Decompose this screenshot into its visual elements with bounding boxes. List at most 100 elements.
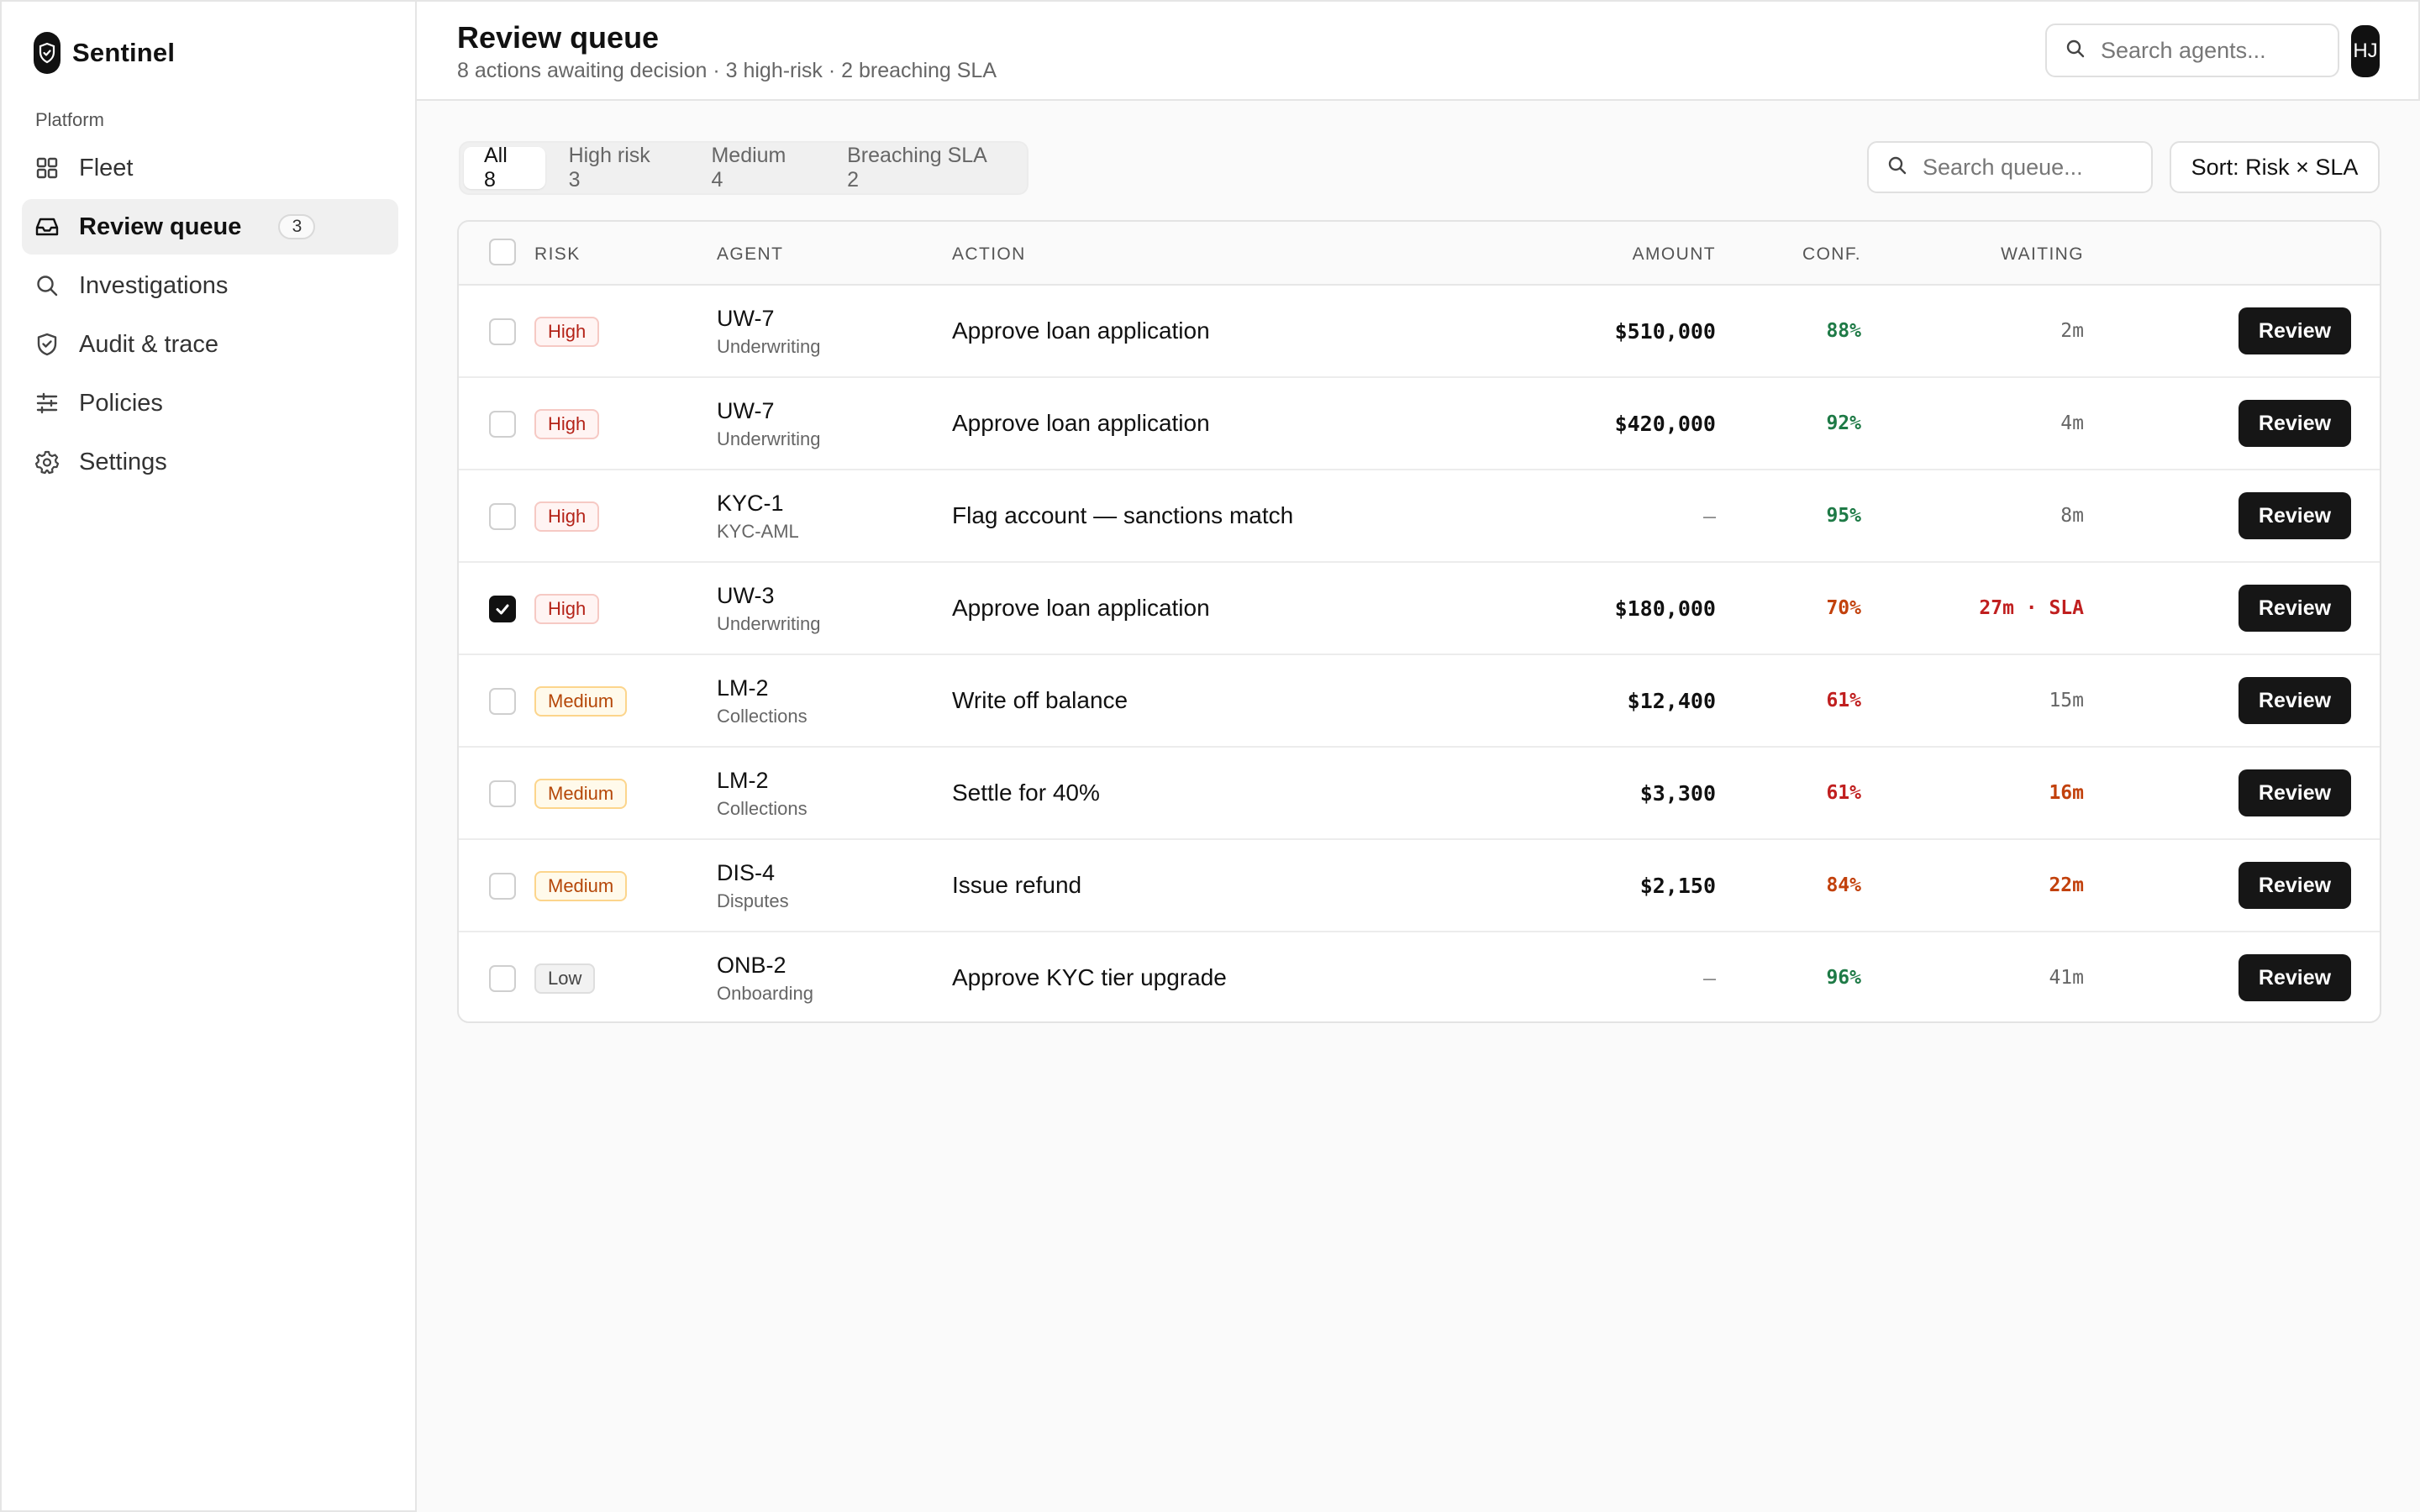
table-row[interactable]: Medium DIS-4 Disputes Issue refund $2,15… — [459, 840, 2380, 932]
agent-search-input[interactable] — [2101, 37, 2302, 64]
column-header-agent[interactable]: AGENT — [717, 244, 783, 265]
sidebar-nav: Fleet Review queue 3 Investigations Audi… — [22, 140, 398, 493]
risk-badge: Low — [534, 963, 596, 994]
review-button[interactable]: Review — [2238, 400, 2351, 447]
shield-logo-icon — [34, 32, 60, 74]
table-row[interactable]: Low ONB-2 Onboarding Approve KYC tier up… — [459, 932, 2380, 1021]
agent-team: Onboarding — [717, 983, 813, 1004]
row-checkbox[interactable] — [489, 780, 516, 807]
action-text: Approve loan application — [952, 410, 1210, 436]
page-subtitle: 8 actions awaiting decision · 3 high-ris… — [457, 59, 997, 82]
app-name: Sentinel — [72, 38, 176, 67]
risk-badge: High — [534, 317, 600, 347]
nav-section-label: Platform — [35, 109, 104, 130]
action-text: Flag account — sanctions match — [952, 502, 1294, 528]
row-checkbox[interactable] — [489, 873, 516, 900]
column-header-risk[interactable]: RISK — [534, 244, 581, 265]
row-checkbox[interactable] — [489, 503, 516, 530]
select-all-checkbox[interactable] — [489, 239, 516, 265]
table-row[interactable]: Medium LM-2 Collections Write off balanc… — [459, 655, 2380, 748]
waiting-value: 8m — [2060, 505, 2084, 527]
filter-tabs: All 8 High risk 3 Medium 4 Breaching SLA… — [459, 141, 1028, 195]
user-avatar[interactable]: HJ — [2351, 25, 2380, 77]
sidebar: Sentinel Platform Fleet Review queue 3 I… — [0, 0, 417, 1512]
tab-medium[interactable]: Medium 4 — [691, 144, 823, 192]
table-row[interactable]: High UW-3 Underwriting Approve loan appl… — [459, 563, 2380, 655]
agent-team: Collections — [717, 706, 808, 727]
confidence-value: 70% — [1826, 597, 1861, 619]
tab-breaching-sla[interactable]: Breaching SLA 2 — [827, 144, 1023, 192]
page-title: Review queue — [457, 20, 660, 55]
search-icon — [34, 272, 60, 299]
sidebar-item-review-queue[interactable]: Review queue 3 — [22, 199, 398, 255]
sidebar-item-label: Audit & trace — [79, 330, 219, 358]
column-header-amount[interactable]: AMOUNT — [1633, 244, 1716, 265]
queue-search-input[interactable] — [1923, 154, 2124, 181]
queue-count-badge: 3 — [278, 214, 316, 239]
agent-team: Collections — [717, 798, 808, 819]
amount-value: $510,000 — [1614, 319, 1716, 344]
table-row[interactable]: High UW-7 Underwriting Approve loan appl… — [459, 378, 2380, 470]
waiting-value: 16m — [2049, 782, 2084, 804]
agent-name: UW-3 — [717, 583, 775, 608]
sidebar-item-label: Settings — [79, 448, 167, 475]
sort-button[interactable]: Sort: Risk × SLA — [2170, 141, 2380, 193]
amount-value: $2,150 — [1639, 874, 1716, 898]
agent-name: DIS-4 — [717, 860, 776, 885]
risk-badge: Medium — [534, 779, 628, 809]
agent-search-box[interactable] — [2045, 24, 2339, 77]
agent-team: Underwriting — [717, 428, 821, 449]
waiting-value: 27m · SLA — [1979, 597, 2084, 619]
agent-name: UW-7 — [717, 306, 775, 331]
queue-search-box[interactable] — [1867, 141, 2153, 193]
sidebar-item-settings[interactable]: Settings — [22, 434, 398, 490]
agent-team: Disputes — [717, 890, 789, 911]
shield-icon — [34, 331, 60, 358]
checkmark-icon — [496, 604, 509, 615]
confidence-value: 92% — [1826, 412, 1861, 434]
sidebar-item-fleet[interactable]: Fleet — [22, 140, 398, 196]
review-button[interactable]: Review — [2238, 492, 2351, 539]
column-header-conf[interactable]: CONF. — [1802, 244, 1861, 265]
review-button[interactable]: Review — [2238, 862, 2351, 909]
column-header-waiting[interactable]: WAITING — [2001, 244, 2084, 265]
confidence-value: 84% — [1826, 874, 1861, 896]
brand[interactable]: Sentinel — [34, 32, 175, 74]
gear-icon — [34, 449, 60, 475]
sliders-icon — [34, 390, 60, 417]
agent-name: UW-7 — [717, 398, 775, 423]
action-text: Approve loan application — [952, 595, 1210, 621]
row-checkbox[interactable] — [489, 965, 516, 992]
row-checkbox[interactable] — [489, 411, 516, 438]
column-header-action[interactable]: ACTION — [952, 244, 1026, 265]
row-checkbox[interactable] — [489, 596, 516, 622]
confidence-value: 88% — [1826, 320, 1861, 342]
waiting-value: 22m — [2049, 874, 2084, 896]
agent-name: LM-2 — [717, 675, 769, 701]
review-button[interactable]: Review — [2238, 954, 2351, 1001]
amount-value: $180,000 — [1614, 596, 1716, 621]
sidebar-item-audit-trace[interactable]: Audit & trace — [22, 317, 398, 372]
sidebar-item-policies[interactable]: Policies — [22, 375, 398, 431]
row-checkbox[interactable] — [489, 318, 516, 345]
review-button[interactable]: Review — [2238, 677, 2351, 724]
amount-value: $3,300 — [1639, 781, 1716, 806]
confidence-value: 61% — [1826, 690, 1861, 711]
review-button[interactable]: Review — [2238, 769, 2351, 816]
table-row[interactable]: High KYC-1 KYC-AML Flag account — sancti… — [459, 470, 2380, 563]
confidence-value: 96% — [1826, 967, 1861, 989]
review-button[interactable]: Review — [2238, 585, 2351, 632]
amount-value: $420,000 — [1614, 412, 1716, 436]
review-button[interactable]: Review — [2238, 307, 2351, 354]
search-icon — [2065, 39, 2086, 63]
tab-high-risk[interactable]: High risk 3 — [549, 144, 688, 192]
risk-badge: High — [534, 501, 600, 532]
row-checkbox[interactable] — [489, 688, 516, 715]
table-row[interactable]: High UW-7 Underwriting Approve loan appl… — [459, 286, 2380, 378]
table-row[interactable]: Medium LM-2 Collections Settle for 40% $… — [459, 748, 2380, 840]
sidebar-item-investigations[interactable]: Investigations — [22, 258, 398, 313]
agent-team: Underwriting — [717, 336, 821, 357]
action-text: Issue refund — [952, 872, 1082, 898]
waiting-value: 4m — [2060, 412, 2084, 434]
tab-all[interactable]: All 8 — [464, 144, 545, 192]
